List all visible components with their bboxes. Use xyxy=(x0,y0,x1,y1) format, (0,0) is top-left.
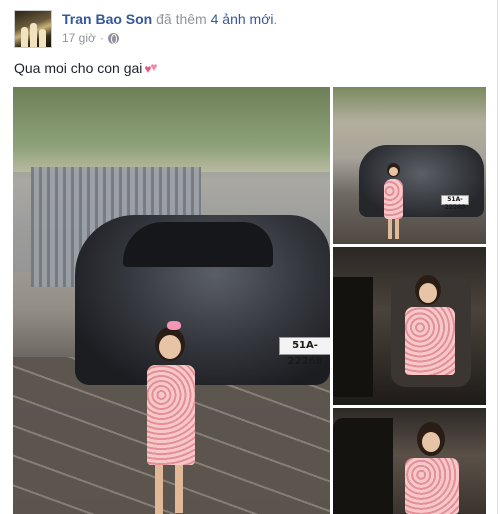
girl-figure xyxy=(399,275,459,385)
two-hearts-icon: ♥ ♥ xyxy=(144,60,158,76)
post-header: Tran Bao Son đã thêm 4 ảnh mới. xyxy=(62,11,277,27)
photo-car-interior[interactable] xyxy=(333,247,486,405)
photo-main[interactable]: 51A-22268 xyxy=(13,87,330,514)
photo-door xyxy=(333,418,393,514)
girl-figure xyxy=(381,163,405,243)
photo-windshield xyxy=(123,222,273,267)
globe-icon[interactable] xyxy=(107,32,119,44)
timestamp-link[interactable]: 17 giờ xyxy=(62,31,96,45)
caption-text: Qua moi cho con gai xyxy=(14,60,143,76)
avatar-figure xyxy=(39,29,46,47)
meta-separator: · xyxy=(99,31,104,45)
post-caption: Qua moi cho con gai ♥ ♥ xyxy=(14,60,160,76)
photo-car-front[interactable]: 51A-22268 xyxy=(333,87,486,244)
post-meta: 17 giờ · xyxy=(62,31,119,45)
action-text: đã thêm xyxy=(156,11,207,27)
avatar-figure xyxy=(30,23,37,47)
post-border xyxy=(497,0,498,514)
avatar-figure xyxy=(21,27,28,47)
license-plate: 51A-22268 xyxy=(279,337,330,367)
girl-figure xyxy=(141,321,201,514)
photos-added-link[interactable]: 4 ảnh mới xyxy=(211,11,274,27)
photo-car-door[interactable] xyxy=(333,408,486,514)
photo-door xyxy=(333,277,373,397)
author-name-link[interactable]: Tran Bao Son xyxy=(62,11,152,27)
author-avatar[interactable] xyxy=(14,10,52,48)
license-plate: 51A-22268 xyxy=(441,195,469,211)
girl-figure xyxy=(397,422,467,514)
action-suffix: . xyxy=(273,11,278,27)
facebook-post: Tran Bao Son đã thêm 4 ảnh mới. 17 giờ ·… xyxy=(0,0,500,514)
